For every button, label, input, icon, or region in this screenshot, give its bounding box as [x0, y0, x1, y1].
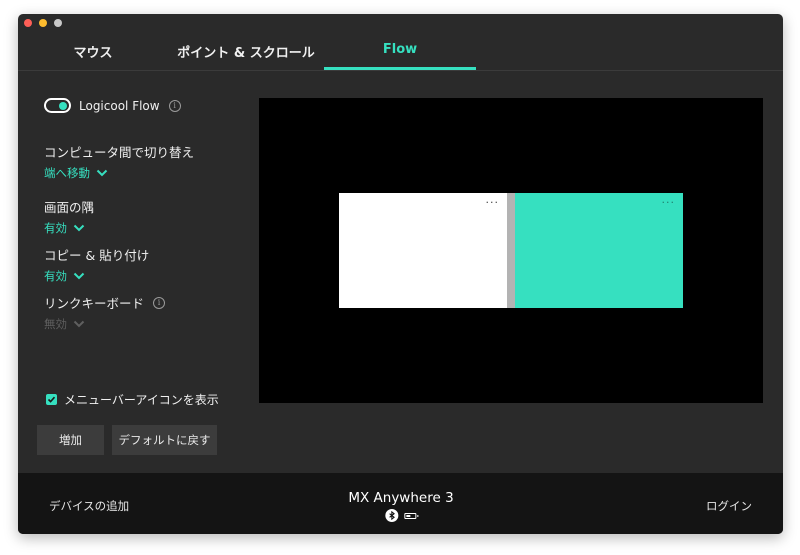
flow-screen-preview: ··· ···	[259, 98, 763, 403]
setting-label: コピー & 貼り付け	[44, 248, 150, 263]
more-options-icon[interactable]: ···	[486, 197, 500, 208]
bluetooth-icon	[385, 509, 399, 522]
tab-point-scroll[interactable]: ポイント & スクロール	[177, 42, 314, 61]
more-options-icon[interactable]: ···	[662, 197, 676, 208]
chevron-down-icon	[96, 169, 108, 177]
dropdown-value: 有効	[44, 269, 67, 283]
footer-bar: デバイスの追加 MX Anywhere 3 ログイン	[18, 473, 783, 534]
chevron-down-icon	[73, 320, 85, 328]
add-button[interactable]: 増加	[37, 425, 104, 455]
screen-corner-dropdown[interactable]: 有効	[44, 220, 94, 236]
computer-screen-other[interactable]: ···	[515, 193, 683, 308]
setting-switch-computers: コンピュータ間で切り替え 端へ移動	[44, 142, 194, 181]
device-status	[348, 509, 453, 522]
info-icon[interactable]: i	[168, 99, 181, 112]
checkmark-icon	[47, 396, 56, 403]
app-window: マウス ポイント & スクロール Flow Logicool Flow i コン…	[18, 14, 783, 534]
menubar-icon-checkbox[interactable]	[46, 394, 57, 405]
dropdown-value: 端へ移動	[44, 166, 90, 180]
link-keyboard-label: リンクキーボード	[44, 296, 145, 311]
link-keyboard-dropdown: 無効	[44, 316, 165, 332]
login-link[interactable]: ログイン	[706, 498, 752, 514]
chevron-down-icon	[73, 224, 85, 232]
chevron-down-icon	[73, 272, 85, 280]
flow-toggle-row: Logicool Flow i	[44, 98, 181, 113]
menubar-icon-label: メニューバーアイコンを表示	[64, 393, 219, 407]
menubar-icon-row: メニューバーアイコンを表示	[46, 391, 219, 408]
device-name: MX Anywhere 3	[348, 490, 454, 506]
setting-screen-corner: 画面の隅 有効	[44, 197, 94, 236]
toggle-knob	[59, 101, 67, 110]
dropdown-value: 有効	[44, 221, 67, 235]
setting-label: コンピュータ間で切り替え	[44, 145, 195, 160]
tab-bar: マウス ポイント & スクロール Flow	[18, 14, 783, 71]
setting-label: 画面の隅	[44, 200, 95, 215]
setting-copy-paste: コピー & 貼り付け 有効	[44, 245, 149, 284]
setting-label: リンクキーボード i	[44, 293, 166, 312]
settings-panel: Logicool Flow i コンピュータ間で切り替え 端へ移動 画面の隅 有…	[18, 71, 248, 471]
computer-screen-this[interactable]: ···	[339, 193, 507, 308]
tab-flow[interactable]: Flow	[383, 42, 417, 57]
dropdown-value: 無効	[44, 317, 67, 331]
active-tab-indicator	[324, 67, 476, 70]
device-selector[interactable]: MX Anywhere 3	[348, 490, 454, 522]
battery-icon	[404, 512, 419, 519]
flow-toggle-switch[interactable]	[44, 98, 71, 113]
copy-paste-dropdown[interactable]: 有効	[44, 268, 149, 284]
add-device-link[interactable]: デバイスの追加	[49, 498, 129, 514]
battery-level-fill	[406, 514, 411, 517]
info-icon[interactable]: i	[153, 296, 166, 309]
screen-edge-divider	[507, 193, 515, 308]
reset-defaults-button[interactable]: デフォルトに戻す	[112, 425, 217, 455]
setting-link-keyboard: リンクキーボード i 無効	[44, 293, 166, 332]
flow-toggle-label: Logicool Flow	[79, 98, 160, 113]
switch-computers-dropdown[interactable]: 端へ移動	[44, 165, 194, 181]
tab-mouse[interactable]: マウス	[73, 42, 112, 61]
